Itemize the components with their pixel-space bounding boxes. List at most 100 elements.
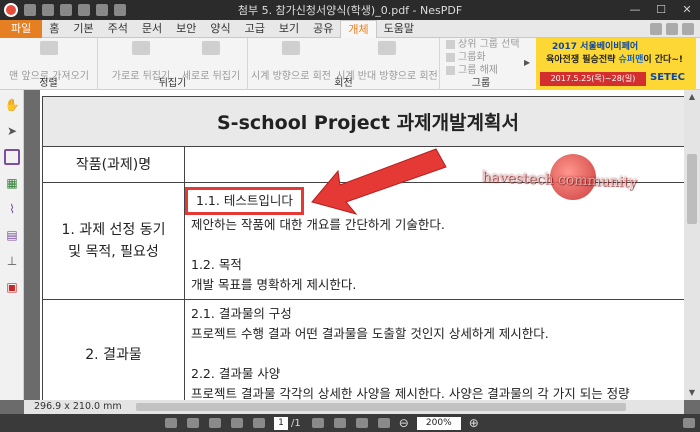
- print-icon[interactable]: [78, 4, 90, 16]
- form-panel-icon[interactable]: ▣: [4, 279, 20, 295]
- bookmark-panel-icon[interactable]: [4, 149, 20, 165]
- signature-panel-icon[interactable]: ⊥: [4, 253, 20, 269]
- zoom-level[interactable]: 200%: [416, 416, 461, 430]
- single-page-view-icon[interactable]: [165, 418, 177, 428]
- maximize-icon[interactable]: ☐: [648, 0, 674, 20]
- tab-annotation[interactable]: 주석: [101, 20, 135, 38]
- ungroup-icon: [446, 66, 455, 75]
- horizontal-scrollbar[interactable]: 296.9 x 210.0 mm: [24, 400, 684, 414]
- scroll-up-icon[interactable]: ▲: [684, 90, 700, 104]
- tab-security[interactable]: 보안: [169, 20, 203, 38]
- ribbon: 맨 앞으로 가져오기 정렬 가로로 뒤집기 세로로 뒤집기 뒤집기 시계 방향으…: [0, 38, 700, 90]
- content-line: 개발 목표를 명확하게 제시한다.: [191, 277, 357, 292]
- deliverables-content[interactable]: 2.1. 결과물의 구성 프로젝트 수행 결과 어떤 결과물을 도출할 것인지 …: [184, 299, 684, 400]
- project-name-label: 작품(과제)명: [42, 146, 185, 183]
- app-logo-icon[interactable]: [4, 3, 18, 17]
- ad-brand: SETEC: [650, 72, 686, 83]
- tab-object[interactable]: 개체: [340, 19, 377, 38]
- flip-vertical-icon: [202, 41, 220, 55]
- previous-page-icon[interactable]: [253, 418, 265, 428]
- motivation-label: 1. 과제 선정 동기 및 목적, 필요성: [42, 182, 185, 300]
- advertisement-banner[interactable]: 2017 서울베이비페어 육아전쟁 필승전략 슈퍼맨이 간다~! 2017.5.…: [536, 38, 696, 90]
- motivation-label-line2: 및 목적, 필요성: [68, 244, 159, 260]
- document-title: S-school Project 과제개발계획서: [42, 96, 684, 147]
- motivation-content[interactable]: 1.1. 테스트입니다 제안하는 작품에 대한 개요를 간단하게 기술한다. 1…: [184, 182, 684, 300]
- continuous-view-icon[interactable]: [187, 418, 199, 428]
- zoom-out-icon[interactable]: ⊖: [399, 416, 409, 430]
- open-folder-icon[interactable]: [42, 4, 54, 16]
- settings-icon[interactable]: [666, 22, 678, 35]
- select-tool-icon[interactable]: ➤: [4, 123, 20, 139]
- vertical-scroll-thumb[interactable]: [687, 154, 697, 224]
- select-parent-group-label: 상위 그룹 선택: [458, 39, 520, 50]
- tab-home[interactable]: 홈: [42, 20, 66, 38]
- help-icon[interactable]: [682, 22, 694, 35]
- select-group-icon: [446, 40, 455, 49]
- group-button[interactable]: 그룹화: [446, 51, 520, 64]
- comments-panel-icon[interactable]: ▤: [4, 227, 20, 243]
- page-total: /1: [291, 417, 301, 429]
- tab-advanced[interactable]: 고급: [238, 20, 272, 38]
- highlighted-text-box[interactable]: 1.1. 테스트입니다: [185, 187, 304, 215]
- left-toolbar: ✋ ➤ ▦ ⌇ ▤ ⊥ ▣: [0, 90, 24, 400]
- fit-page-icon[interactable]: [355, 418, 368, 428]
- ad-tagline-part2: 슈퍼맨: [618, 55, 644, 65]
- bring-to-front-icon: [40, 41, 58, 55]
- menu-bar-right-tools: [650, 22, 700, 35]
- pdf-page[interactable]: S-school Project 과제개발계획서 작품(과제)명 1. 과제 선…: [40, 90, 684, 400]
- save-icon[interactable]: [60, 4, 72, 16]
- ad-headline: 2017 서울베이비페어: [552, 42, 639, 52]
- ungroup-button[interactable]: 그룹 해제: [446, 64, 520, 77]
- ad-tagline: 육아전쟁 필승전략 슈퍼맨이 간다~!: [546, 52, 683, 65]
- ribbon-group-flip: 가로로 뒤집기 세로로 뒤집기 뒤집기: [98, 38, 248, 90]
- ribbon-group-rotate: 시계 방향으로 회전 시계 반대 방향으로 회전 회전: [248, 38, 440, 90]
- content-line: 프로젝트 결과물 각각의 상세한 사양을 제시한다. 사양은 결과물의 각 가지…: [191, 386, 630, 400]
- new-document-icon[interactable]: [24, 4, 36, 16]
- undo-icon[interactable]: [96, 4, 108, 16]
- ribbon-scroll-right-icon[interactable]: ▶: [524, 58, 530, 67]
- ad-tagline-part1: 육아전쟁 필승전략: [546, 55, 619, 65]
- next-page-icon[interactable]: [311, 418, 324, 428]
- ad-tagline-part3: 이 간다~!: [643, 55, 683, 65]
- tab-share[interactable]: 공유: [306, 20, 340, 38]
- window-controls: — ☐ ✕: [622, 0, 700, 20]
- tab-basic[interactable]: 기본: [66, 20, 100, 38]
- redo-icon[interactable]: [114, 4, 126, 16]
- tab-view[interactable]: 보기: [272, 20, 306, 38]
- scroll-down-icon[interactable]: ▼: [684, 386, 700, 400]
- content-line: 프로젝트 수행 결과 어떤 결과물을 도출할 것인지 상세하게 제시한다.: [191, 326, 549, 341]
- hand-tool-icon[interactable]: ✋: [4, 97, 20, 113]
- select-parent-group-button[interactable]: 상위 그룹 선택: [446, 38, 520, 51]
- minimize-icon[interactable]: —: [622, 0, 648, 20]
- close-icon[interactable]: ✕: [674, 0, 700, 20]
- deliverables-label: 2. 결과물: [42, 299, 185, 400]
- current-page-input[interactable]: 1: [274, 416, 288, 430]
- ribbon-group-rotate-label: 회전: [334, 78, 353, 89]
- collapse-ribbon-icon[interactable]: [650, 22, 662, 35]
- tab-form[interactable]: 양식: [203, 20, 237, 38]
- rotate-clockwise-icon: [282, 41, 300, 55]
- horizontal-scroll-thumb[interactable]: [136, 403, 626, 411]
- ad-date: 2017.5.25(목)~28(일): [540, 72, 646, 86]
- title-bar: 첨부 5. 참가신청서양식(학생)_0.pdf - NesPDF — ☐ ✕: [0, 0, 700, 20]
- ungroup-label: 그룹 해제: [458, 65, 498, 76]
- status-bar: 1 /1 ⊖ 200% ⊕: [0, 414, 700, 432]
- ribbon-group-align: 맨 앞으로 가져오기 정렬: [0, 38, 98, 90]
- group-commands-list: 상위 그룹 선택 그룹화 그룹 해제: [446, 38, 520, 77]
- last-page-icon[interactable]: [333, 418, 346, 428]
- tab-file[interactable]: 파일: [0, 19, 43, 38]
- attachment-panel-icon[interactable]: ⌇: [4, 201, 20, 217]
- resize-grip-icon[interactable]: [683, 418, 695, 428]
- zoom-in-icon[interactable]: ⊕: [469, 416, 479, 430]
- thumbnails-panel-icon[interactable]: ▦: [4, 175, 20, 191]
- fit-width-icon[interactable]: [377, 418, 390, 428]
- tab-help[interactable]: 도움말: [377, 20, 421, 38]
- tab-document[interactable]: 문서: [135, 20, 169, 38]
- group-icon: [446, 53, 455, 62]
- first-page-icon[interactable]: [231, 418, 243, 428]
- document-viewport[interactable]: S-school Project 과제개발계획서 작품(과제)명 1. 과제 선…: [24, 90, 684, 400]
- two-page-view-icon[interactable]: [209, 418, 221, 428]
- menu-bar: 파일 홈 기본 주석 문서 보안 양식 고급 보기 공유 개체 도움말: [0, 19, 700, 38]
- vertical-scrollbar[interactable]: ▲ ▼: [684, 90, 700, 400]
